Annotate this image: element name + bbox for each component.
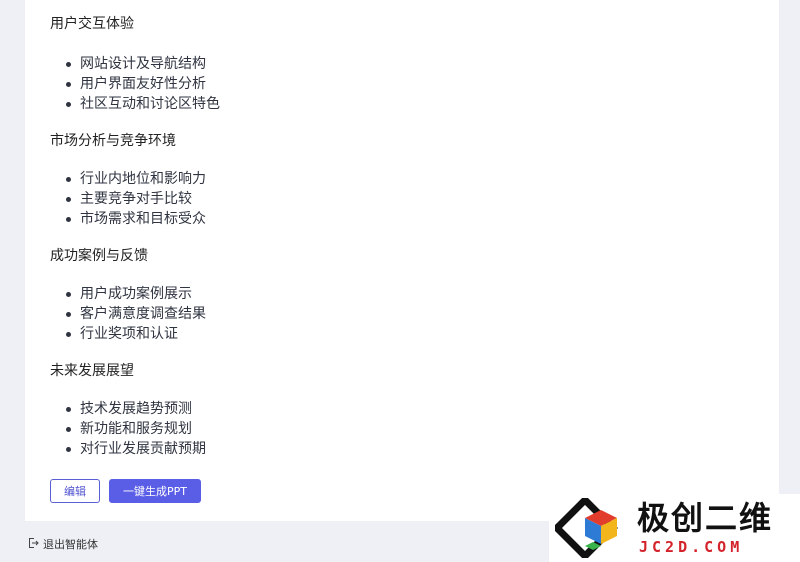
list-item: 技术发展趋势预测: [50, 399, 759, 419]
watermark-subtitle: JC2D.COM: [639, 538, 744, 556]
outline-content: 用户交互体验 网站设计及导航结构 用户界面友好性分析 社区互动和讨论区特色 市场…: [50, 14, 759, 459]
bullet-icon: [66, 447, 71, 452]
list-item: 行业奖项和认证: [50, 324, 759, 344]
content-card: 用户交互体验 网站设计及导航结构 用户界面友好性分析 社区互动和讨论区特色 市场…: [25, 0, 779, 521]
list-item: 市场需求和目标受众: [50, 209, 759, 229]
section-items: 网站设计及导航结构 用户界面友好性分析 社区互动和讨论区特色: [50, 54, 759, 114]
list-item: 对行业发展贡献预期: [50, 439, 759, 459]
section-title: 用户交互体验: [50, 16, 134, 32]
bullet-icon: [66, 197, 71, 202]
list-item-text: 技术发展趋势预测: [80, 401, 192, 417]
outline-section: 用户交互体验 网站设计及导航结构 用户界面友好性分析 社区互动和讨论区特色: [50, 14, 759, 131]
list-item: 用户界面友好性分析: [50, 74, 759, 94]
section-title: 成功案例与反馈: [50, 248, 148, 264]
list-item-text: 网站设计及导航结构: [80, 56, 206, 72]
bullet-icon: [66, 312, 71, 317]
outline-section: 市场分析与竞争环境 行业内地位和影响力 主要竞争对手比较 市场需求和目标受众: [50, 131, 759, 246]
bullet-icon: [66, 82, 71, 87]
exit-agent-button[interactable]: 退出智能体: [27, 535, 98, 553]
section-items: 用户成功案例展示 客户满意度调查结果 行业奖项和认证: [50, 284, 759, 344]
bullet-icon: [66, 177, 71, 182]
generate-ppt-button[interactable]: 一键生成PPT: [109, 479, 201, 503]
bullet-icon: [66, 62, 71, 67]
outline-section: 未来发展展望 技术发展趋势预测 新功能和服务规划 对行业发展贡献预期: [50, 361, 759, 459]
list-item-text: 行业奖项和认证: [80, 326, 178, 342]
outline-section: 成功案例与反馈 用户成功案例展示 客户满意度调查结果 行业奖项和认证: [50, 246, 759, 361]
list-item-text: 客户满意度调查结果: [80, 306, 206, 322]
list-item-text: 行业内地位和影响力: [80, 171, 206, 187]
section-title: 未来发展展望: [50, 363, 134, 379]
bullet-icon: [66, 427, 71, 432]
list-item-text: 用户界面友好性分析: [80, 76, 206, 92]
logout-icon: [27, 537, 39, 552]
list-item: 用户成功案例展示: [50, 284, 759, 304]
edit-button[interactable]: 编辑: [50, 479, 100, 503]
watermark-title: 极创二维: [637, 499, 774, 537]
list-item-text: 新功能和服务规划: [80, 421, 192, 437]
list-item-text: 市场需求和目标受众: [80, 211, 206, 227]
bullet-icon: [66, 217, 71, 222]
list-item: 行业内地位和影响力: [50, 169, 759, 189]
action-bar: 编辑 一键生成PPT: [50, 479, 201, 503]
list-item: 社区互动和讨论区特色: [50, 94, 759, 114]
list-item-text: 对行业发展贡献预期: [80, 441, 206, 457]
bullet-icon: [66, 292, 71, 297]
list-item-text: 社区互动和讨论区特色: [80, 96, 220, 112]
section-title: 市场分析与竞争环境: [50, 133, 176, 149]
list-item: 新功能和服务规划: [50, 419, 759, 439]
section-items: 技术发展趋势预测 新功能和服务规划 对行业发展贡献预期: [50, 399, 759, 459]
list-item-text: 用户成功案例展示: [80, 286, 192, 302]
bullet-icon: [66, 332, 71, 337]
list-item: 客户满意度调查结果: [50, 304, 759, 324]
list-item-text: 主要竞争对手比较: [80, 191, 192, 207]
watermark: 极创二维 JC2D.COM: [549, 494, 800, 562]
watermark-logo-icon: [555, 498, 618, 558]
bullet-icon: [66, 407, 71, 412]
exit-agent-label: 退出智能体: [43, 538, 98, 551]
list-item: 网站设计及导航结构: [50, 54, 759, 74]
section-items: 行业内地位和影响力 主要竞争对手比较 市场需求和目标受众: [50, 169, 759, 229]
bullet-icon: [66, 102, 71, 107]
list-item: 主要竞争对手比较: [50, 189, 759, 209]
